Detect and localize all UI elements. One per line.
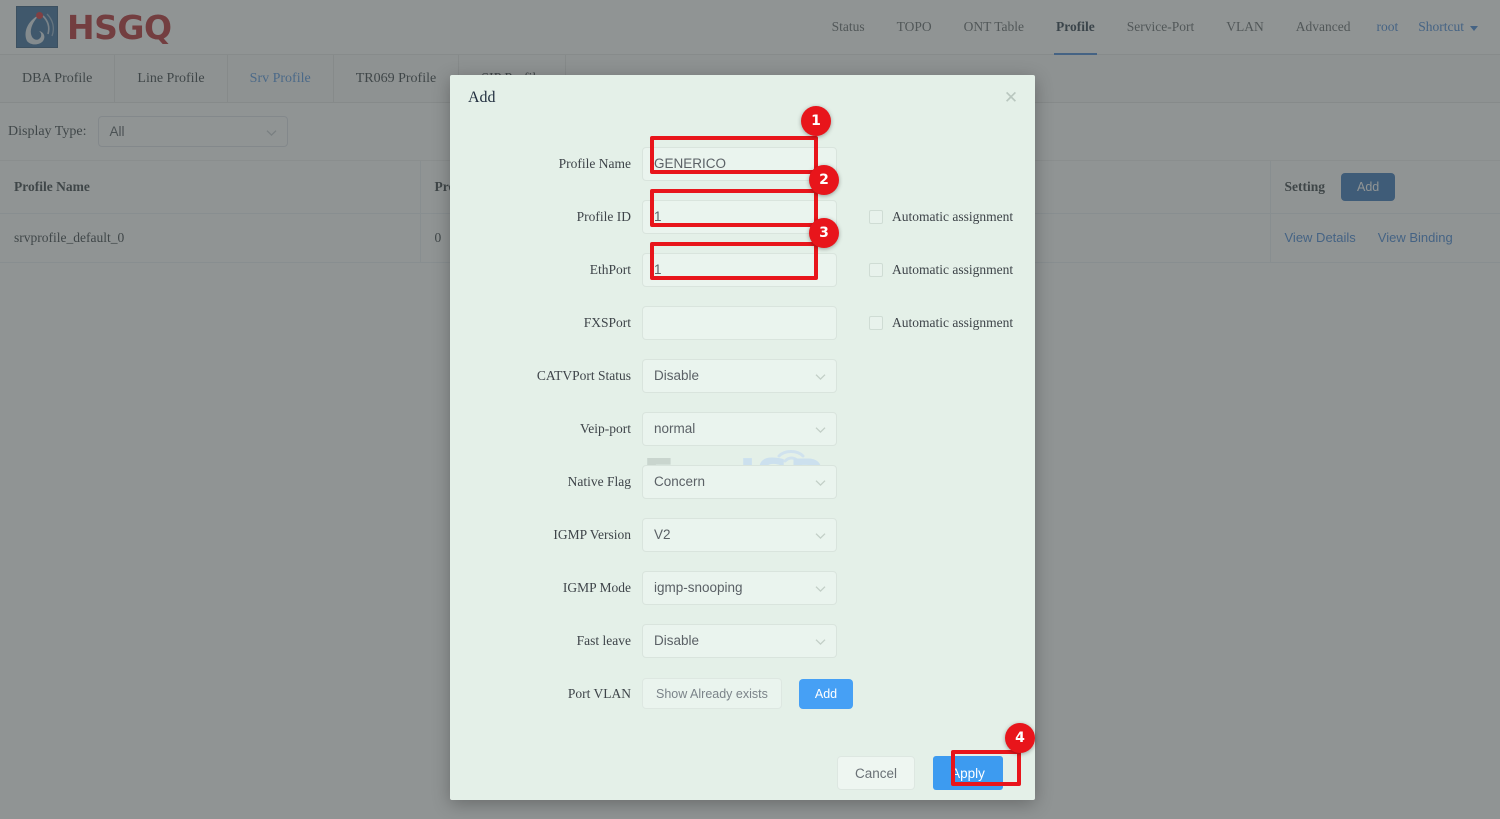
eth-port-auto-assign[interactable]: Automatic assignment [869, 262, 1013, 278]
form-row-profile-id: Profile ID 1 Automatic assignment [450, 190, 1035, 243]
add-srv-profile-dialog: Foro ISP Add ✕ Profile Name GENERICO [450, 75, 1035, 800]
chevron-down-icon [815, 580, 826, 595]
igmp-version-label: IGMP Version [553, 526, 631, 542]
eth-port-auto-label: Automatic assignment [892, 261, 1014, 277]
catv-port-status-value: Disable [654, 368, 700, 383]
profile-name-value: GENERICO [654, 156, 727, 171]
chevron-down-icon [815, 633, 826, 648]
igmp-version-select[interactable]: V2 [642, 517, 837, 552]
fxs-port-input[interactable] [642, 305, 837, 340]
profile-id-auto-checkbox[interactable] [869, 209, 883, 224]
chevron-down-icon [815, 421, 826, 436]
eth-port-label: EthPort [589, 261, 631, 277]
fast-leave-label: Fast leave [576, 632, 631, 648]
chevron-down-icon [815, 368, 826, 383]
fxs-port-auto-checkbox[interactable] [869, 315, 883, 330]
form-row-native-flag: Native Flag Concern [450, 455, 1035, 508]
profile-id-auto-assign[interactable]: Automatic assignment [869, 209, 1013, 225]
eth-port-input[interactable]: 1 [642, 252, 837, 287]
igmp-mode-select[interactable]: igmp-snooping [642, 570, 837, 605]
profile-name-label: Profile Name [558, 155, 631, 171]
profile-id-label: Profile ID [576, 208, 631, 224]
form-row-fast-leave: Fast leave Disable [450, 614, 1035, 667]
igmp-mode-value: igmp-snooping [654, 580, 743, 595]
veip-port-select[interactable]: normal [642, 411, 837, 446]
chevron-down-icon [815, 527, 826, 542]
profile-id-value: 1 [654, 209, 662, 224]
form-row-catv-port-status: CATVPort Status Disable [450, 349, 1035, 402]
form-row-eth-port: EthPort 1 Automatic assignment [450, 243, 1035, 296]
eth-port-auto-checkbox[interactable] [869, 262, 883, 277]
fxs-port-auto-assign[interactable]: Automatic assignment [869, 315, 1013, 331]
modal-body: Profile Name GENERICO Profile ID 1 Autom… [450, 121, 1035, 746]
igmp-version-value: V2 [654, 527, 671, 542]
chevron-down-icon [815, 474, 826, 489]
form-row-profile-name: Profile Name GENERICO [450, 137, 1035, 190]
catv-port-status-label: CATVPort Status [536, 367, 631, 383]
igmp-mode-label: IGMP Mode [562, 579, 631, 595]
fxs-port-label: FXSPort [583, 314, 631, 330]
fxs-port-auto-label: Automatic assignment [892, 314, 1014, 330]
modal-footer: Cancel Apply [450, 746, 1035, 800]
application-window: HSGQ Status TOPO ONT Table Profile Servi… [0, 0, 1500, 819]
form-row-igmp-version: IGMP Version V2 [450, 508, 1035, 561]
modal-inner: Add ✕ Profile Name GENERICO Profile ID 1 [450, 75, 1035, 800]
fast-leave-select[interactable]: Disable [642, 623, 837, 658]
port-vlan-add-button[interactable]: Add [798, 678, 854, 709]
native-flag-value: Concern [654, 474, 706, 489]
native-flag-select[interactable]: Concern [642, 464, 837, 499]
fast-leave-value: Disable [654, 633, 700, 648]
profile-id-input[interactable]: 1 [642, 199, 837, 234]
form-row-igmp-mode: IGMP Mode igmp-snooping [450, 561, 1035, 614]
form-row-fxs-port: FXSPort Automatic assignment [450, 296, 1035, 349]
form-row-port-vlan: Port VLAN Show Already exists Add [450, 667, 1035, 720]
modal-title: Add [468, 89, 496, 106]
catv-port-status-select[interactable]: Disable [642, 358, 837, 393]
apply-button[interactable]: Apply [933, 756, 1003, 790]
modal-header: Add ✕ [450, 75, 1035, 121]
veip-port-value: normal [654, 421, 696, 436]
eth-port-value: 1 [654, 262, 662, 277]
native-flag-label: Native Flag [567, 473, 631, 489]
veip-port-label: Veip-port [580, 420, 631, 436]
profile-name-input[interactable]: GENERICO [642, 146, 837, 181]
port-vlan-label: Port VLAN [567, 685, 631, 701]
port-vlan-show-existing-button[interactable]: Show Already exists [642, 678, 782, 709]
close-icon[interactable]: ✕ [1001, 88, 1021, 108]
profile-id-auto-label: Automatic assignment [892, 208, 1014, 224]
cancel-button[interactable]: Cancel [836, 756, 915, 790]
form-row-veip-port: Veip-port normal [450, 402, 1035, 455]
